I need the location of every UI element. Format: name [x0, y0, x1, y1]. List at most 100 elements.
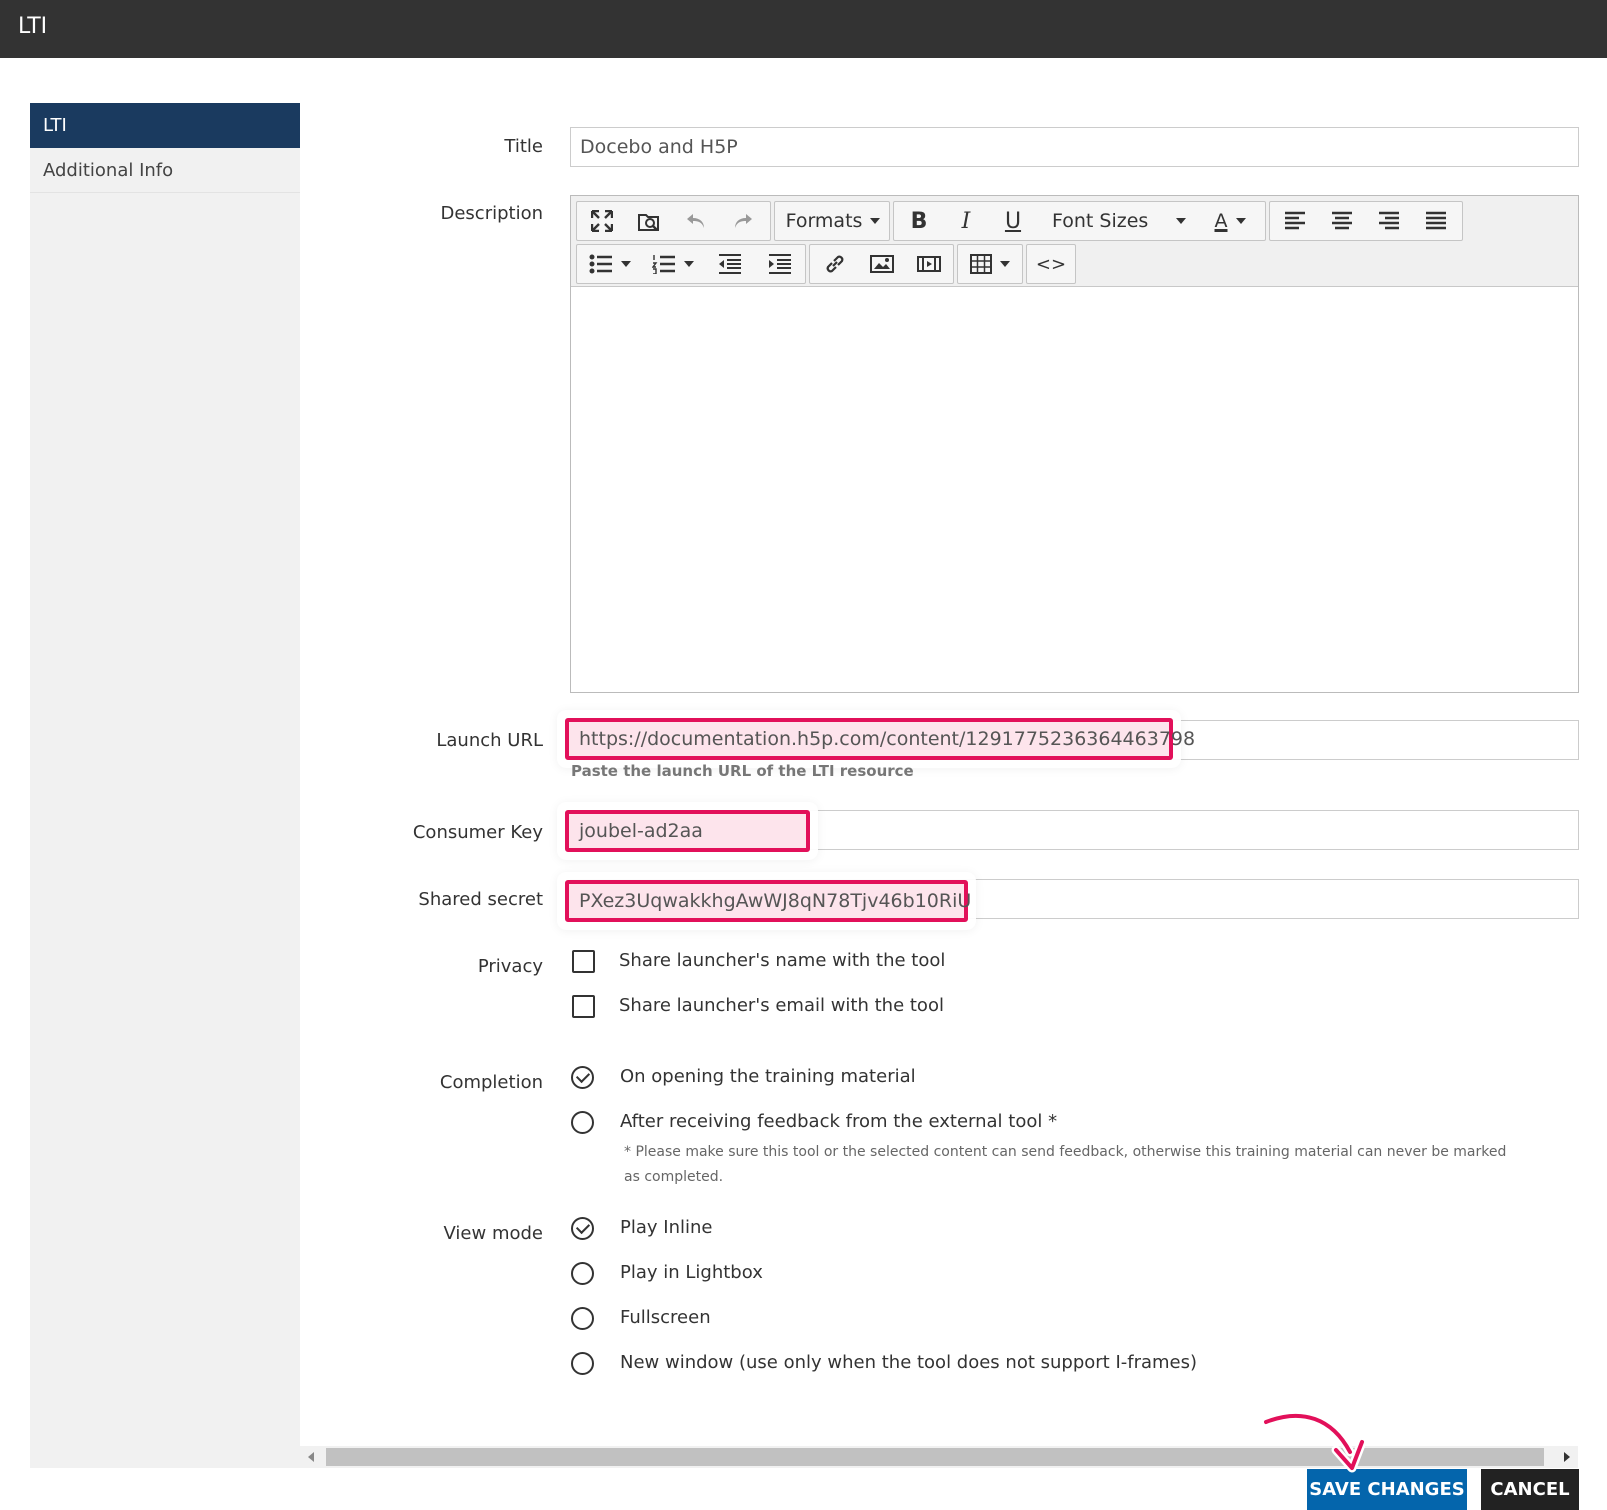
view-mode-new-window-radio[interactable] [571, 1352, 594, 1375]
privacy-name-label: Share launcher's name with the tool [619, 950, 946, 971]
indent-button[interactable] [757, 245, 803, 283]
privacy-email-checkbox[interactable] [572, 995, 595, 1018]
toolbar-group-lists [576, 244, 806, 284]
view-mode-new-window-label: New window (use only when the tool does … [620, 1352, 1198, 1373]
font-sizes-dropdown[interactable]: Font Sizes [1044, 202, 1194, 240]
formats-dropdown[interactable]: Formats [781, 202, 885, 240]
toolbar-group-code: <> [1026, 244, 1076, 284]
sidebar-item-additional-info[interactable]: Additional Info [30, 148, 300, 193]
chevron-down-icon [1176, 218, 1186, 224]
consumer-key-highlight: joubel-ad2aa [565, 810, 810, 852]
completion-note: * Please make sure this tool or the sele… [624, 1144, 1507, 1185]
window-title: LTI [18, 14, 48, 39]
completion-feedback-label: After receiving feedback from the extern… [620, 1111, 1058, 1132]
annotation-arrow-icon [1262, 1411, 1367, 1473]
description-content-area[interactable] [571, 288, 1578, 692]
view-mode-inline-label: Play Inline [620, 1217, 713, 1238]
launch-url-highlight: https://documentation.h5p.com/content/12… [565, 718, 1195, 760]
toolbar-group-text: B I U Font Sizes A [893, 201, 1266, 241]
privacy-email-label: Share launcher's email with the tool [619, 995, 944, 1016]
image-icon [870, 255, 894, 273]
toolbar-group-view [576, 201, 771, 241]
outdent-icon [719, 254, 741, 274]
chevron-down-icon [684, 261, 694, 267]
toolbar-group-table [957, 244, 1023, 284]
align-left-icon [1285, 211, 1305, 230]
underline-button[interactable]: U [992, 202, 1034, 240]
privacy-label: Privacy [477, 956, 543, 977]
link-button[interactable] [814, 245, 856, 283]
view-mode-fullscreen-label: Fullscreen [620, 1307, 711, 1328]
align-center-button[interactable] [1321, 202, 1363, 240]
toolbar-group-align [1269, 201, 1463, 241]
redo-button[interactable] [722, 202, 764, 240]
media-button[interactable] [908, 245, 950, 283]
preview-icon [638, 214, 659, 231]
view-mode-label: View mode [443, 1223, 543, 1244]
formats-label: Formats [785, 210, 863, 232]
align-left-button[interactable] [1274, 202, 1316, 240]
chevron-down-icon [1235, 218, 1246, 224]
align-right-icon [1379, 211, 1399, 230]
font-sizes-label: Font Sizes [1052, 210, 1149, 232]
text-color-icon: A [1214, 210, 1228, 232]
completion-feedback-radio[interactable] [571, 1111, 594, 1134]
chevron-down-icon [1000, 261, 1010, 267]
chevron-down-icon [870, 218, 881, 224]
sidebar: LTI Additional Info [30, 103, 300, 1468]
fullscreen-icon [591, 210, 613, 232]
privacy-name-checkbox[interactable] [572, 950, 595, 973]
cancel-button[interactable]: CANCEL [1481, 1469, 1579, 1510]
bullet-list-button[interactable] [581, 245, 639, 283]
text-color-dropdown[interactable]: A [1199, 202, 1261, 240]
description-label: Description [440, 203, 543, 224]
undo-button[interactable] [675, 202, 717, 240]
completion-label: Completion [439, 1072, 543, 1093]
align-center-icon [1332, 211, 1352, 230]
italic-button[interactable]: I [945, 202, 987, 240]
horizontal-scrollbar[interactable] [300, 1446, 1578, 1468]
consumer-key-label: Consumer Key [412, 822, 543, 843]
undo-icon [687, 214, 704, 228]
scroll-right-icon[interactable] [1564, 1452, 1570, 1462]
launch-url-help: Paste the launch URL of the LTI resource [571, 762, 914, 780]
launch-url-value: https://documentation.h5p.com/content/12… [579, 728, 1196, 750]
launch-url-label: Launch URL [436, 730, 543, 751]
view-mode-lightbox-label: Play in Lightbox [620, 1262, 763, 1283]
completion-opening-label: On opening the training material [620, 1066, 916, 1087]
toolbar-group-formats: Formats [774, 201, 890, 241]
description-editor: Formats B I U Font Sizes A <> [570, 195, 1579, 693]
shared-secret-label: Shared secret [418, 889, 543, 910]
numbered-list-button[interactable] [644, 245, 702, 283]
bullet-list-icon [589, 254, 612, 274]
align-justify-icon [1426, 211, 1446, 230]
align-justify-button[interactable] [1415, 202, 1457, 240]
shared-secret-highlight: PXez3UqwakkhgAwWJ8qN78Tjv46b10RiU [565, 880, 972, 922]
title-input-value: Docebo and H5P [580, 136, 738, 158]
chevron-down-icon [621, 261, 631, 267]
image-button[interactable] [861, 245, 903, 283]
consumer-key-value: joubel-ad2aa [579, 820, 703, 842]
view-mode-fullscreen-radio[interactable] [571, 1307, 594, 1330]
completion-opening-radio[interactable] [571, 1066, 594, 1089]
fullscreen-button[interactable] [581, 202, 623, 240]
toolbar-group-insert [809, 244, 954, 284]
source-code-button[interactable]: <> [1031, 245, 1071, 283]
view-mode-lightbox-radio[interactable] [571, 1262, 594, 1285]
title-label: Title [504, 136, 543, 157]
redo-icon [735, 214, 752, 228]
shared-secret-value: PXez3UqwakkhgAwWJ8qN78Tjv46b10RiU [579, 890, 972, 912]
outdent-button[interactable] [707, 245, 753, 283]
bold-button[interactable]: B [898, 202, 940, 240]
table-dropdown[interactable] [962, 245, 1018, 283]
title-input[interactable]: Docebo and H5P [570, 127, 1579, 167]
numbered-list-icon [652, 255, 675, 274]
view-mode-inline-radio[interactable] [571, 1217, 594, 1240]
align-right-button[interactable] [1368, 202, 1410, 240]
editor-toolbar: Formats B I U Font Sizes A <> [571, 196, 1578, 287]
scroll-left-icon[interactable] [308, 1452, 314, 1462]
sidebar-item-lti[interactable]: LTI [30, 103, 300, 148]
media-icon [917, 256, 941, 272]
window-titlebar: LTI [0, 0, 1607, 58]
preview-button[interactable] [628, 202, 670, 240]
